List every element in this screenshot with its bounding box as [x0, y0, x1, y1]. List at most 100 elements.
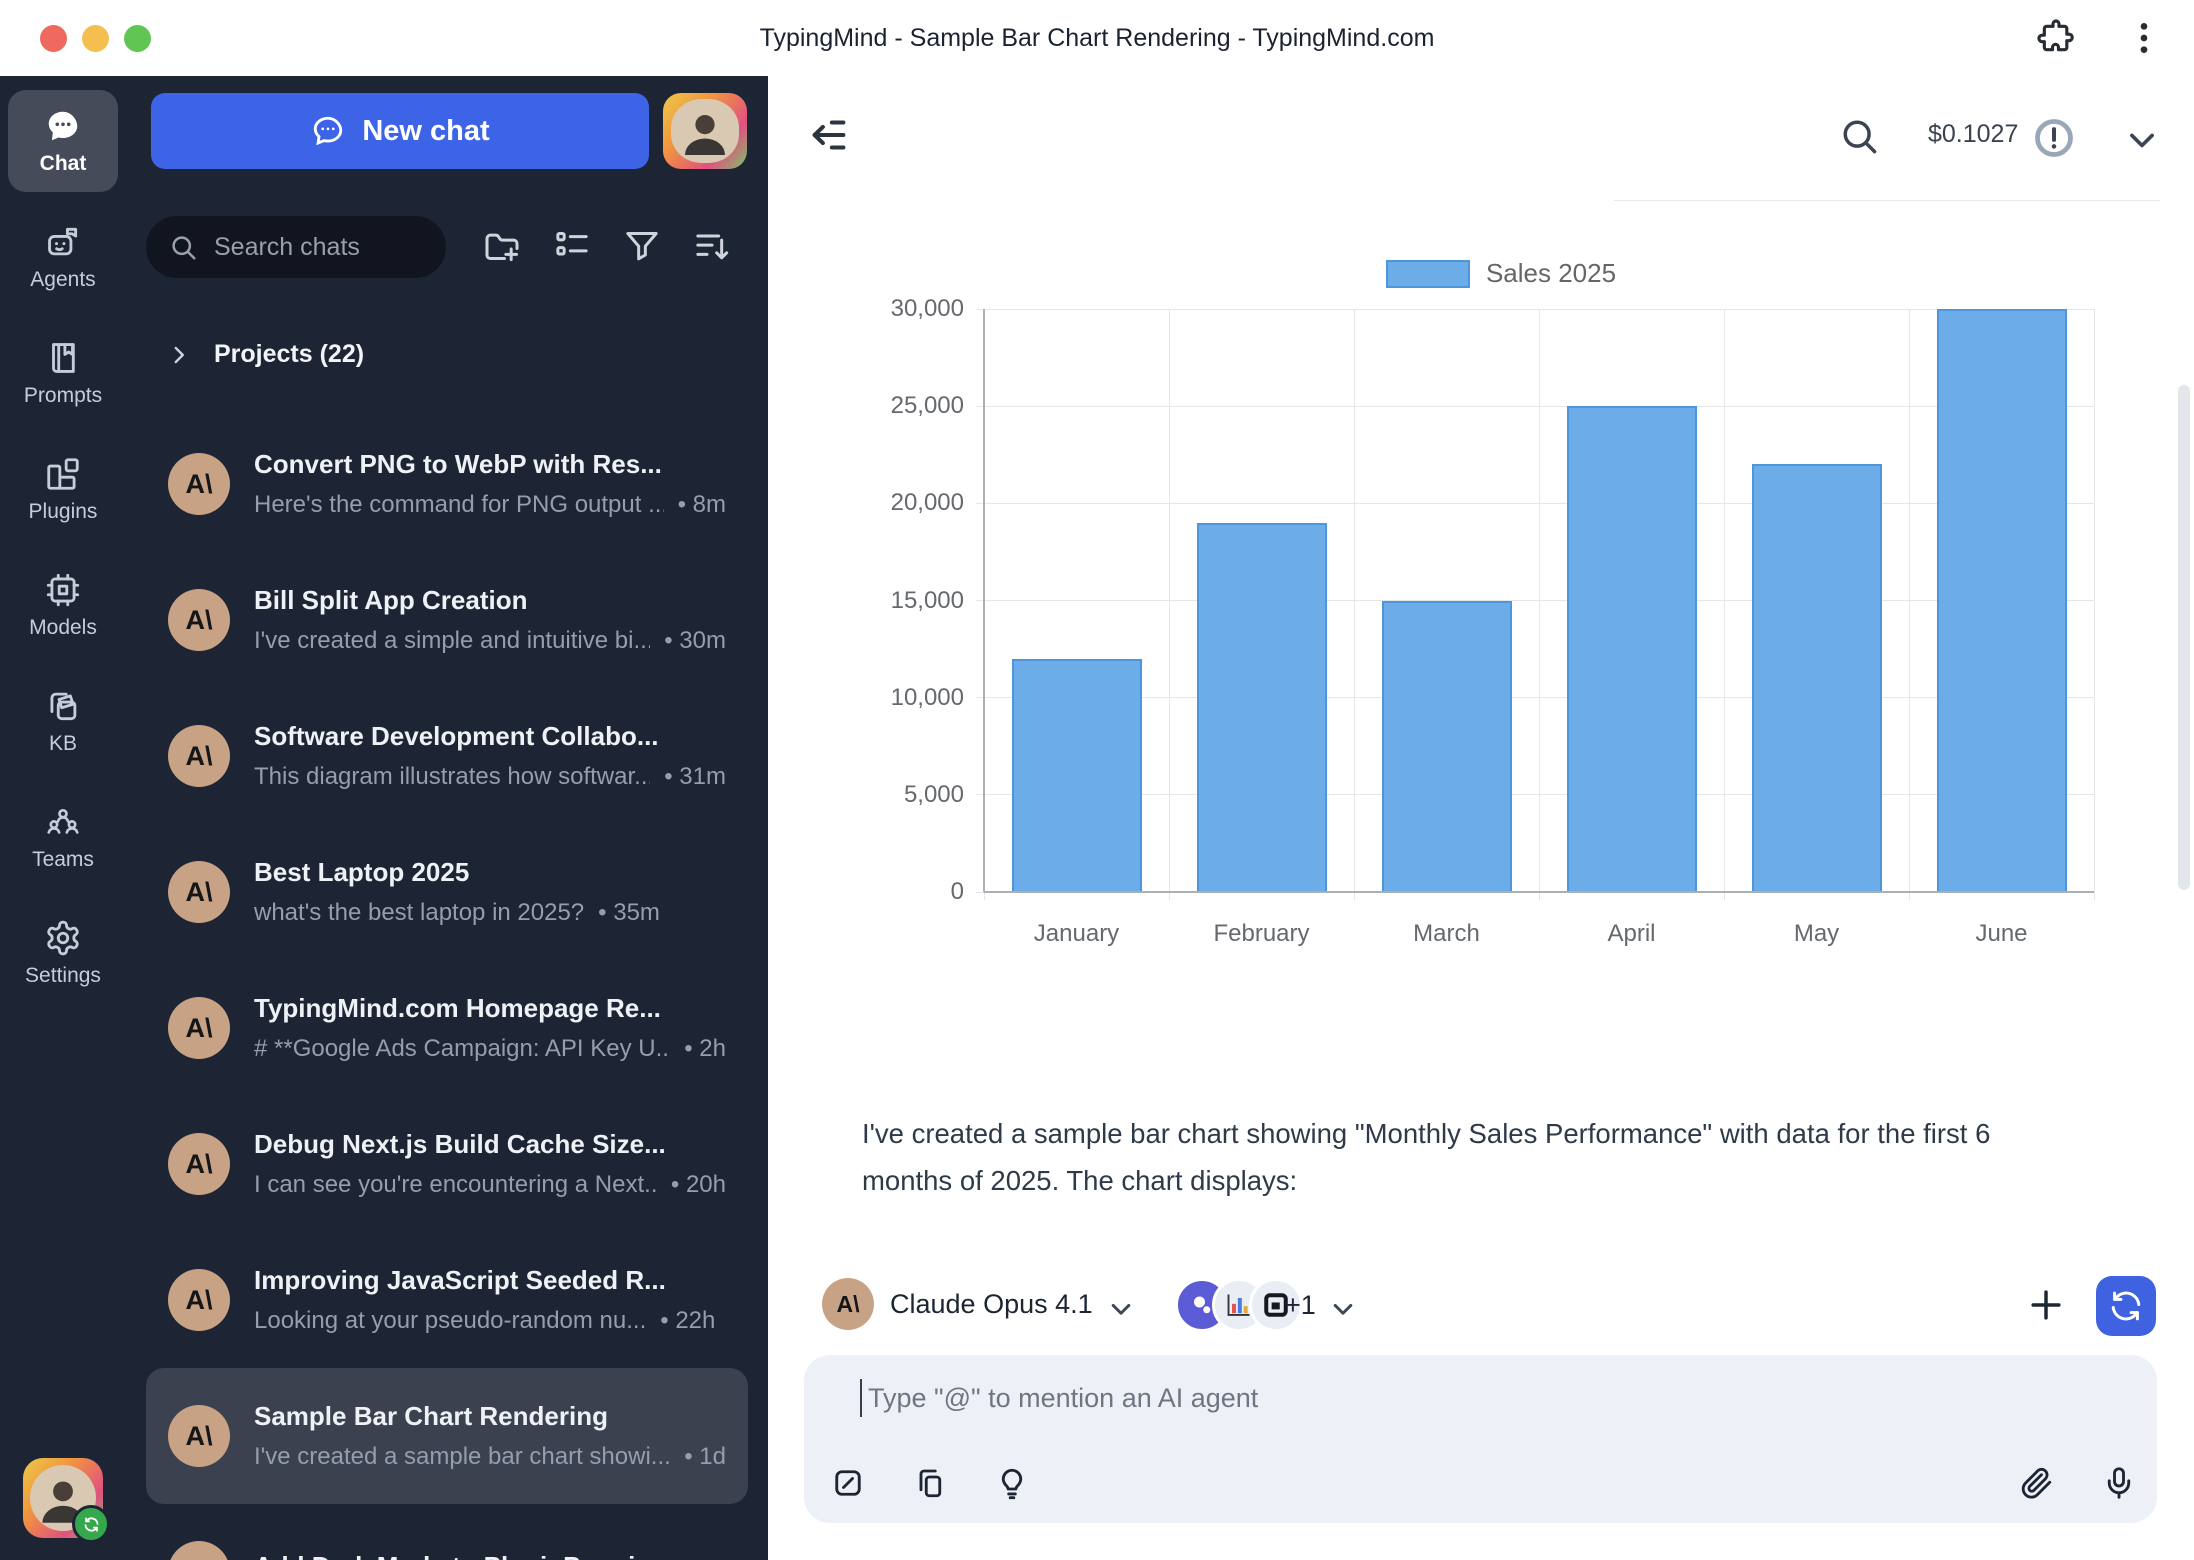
projects-header[interactable]: Projects (22) [166, 340, 364, 369]
chat-time: • 35m [598, 899, 660, 927]
window-title: TypingMind - Sample Bar Chart Rendering … [300, 0, 1894, 76]
chat-title: Software Development Collabo... [254, 721, 726, 752]
chat-time: • 30m [664, 627, 726, 655]
nav-item-chat[interactable]: Chat [8, 90, 118, 192]
plugins-selector[interactable] [1175, 1278, 1303, 1332]
paperclip-icon[interactable] [2019, 1465, 2055, 1501]
chat-list-item[interactable]: A\ Debug Next.js Build Cache Size... I c… [146, 1096, 748, 1232]
notebook-icon [44, 339, 82, 377]
y-axis-label: 10,000 [846, 683, 964, 713]
window-titlebar: TypingMind - Sample Bar Chart Rendering … [0, 0, 2194, 76]
nav-item-agents[interactable]: Agents [8, 206, 118, 308]
chat-title: Improving JavaScript Seeded R... [254, 1265, 726, 1296]
gridline-v [1354, 309, 1355, 900]
alert-circle-icon[interactable] [2032, 116, 2076, 160]
chart-bar-march [1382, 601, 1512, 892]
chat-title: Best Laptop 2025 [254, 857, 726, 888]
chat-list-item[interactable]: A\ Add Dark Mode to PluginPermi... [146, 1504, 748, 1560]
new-chat-bubble-icon [310, 113, 346, 149]
nav-item-settings[interactable]: Settings [8, 902, 118, 1004]
message-input[interactable] [866, 1375, 1970, 1421]
gridline-h [976, 309, 2094, 310]
chart-legend[interactable]: Sales 2025 [908, 258, 2094, 289]
nav-item-models[interactable]: Models [8, 554, 118, 656]
bar-chart: 05,00010,00015,00020,00025,00030,000Janu… [768, 76, 2194, 1560]
account-avatar[interactable] [663, 93, 747, 169]
nav-item-prompts[interactable]: Prompts [8, 322, 118, 424]
chart-bar-february [1197, 523, 1327, 891]
sort-descending-icon[interactable] [692, 226, 732, 266]
chat-list-item[interactable]: A\ Convert PNG to WebP with Res... Here'… [146, 416, 748, 552]
message-search-icon[interactable] [1837, 114, 1881, 158]
nav-label-prompts: Prompts [24, 384, 102, 408]
plugins-chevron-down-icon[interactable] [1326, 1292, 1360, 1326]
anthropic-logo-icon: A\ [168, 997, 230, 1059]
list-view-icon[interactable] [552, 226, 592, 266]
gridline-h [976, 600, 2094, 601]
chat-list-item[interactable]: A\ Software Development Collabo... This … [146, 688, 748, 824]
x-axis-label-april: April [1539, 920, 1724, 948]
chat-time: • 8m [678, 491, 726, 519]
add-icon[interactable] [2024, 1283, 2068, 1327]
nav-item-plugins[interactable]: Plugins [8, 438, 118, 540]
nav-item-teams[interactable]: Teams [8, 786, 118, 888]
usage-cost[interactable]: $0.1027 [1928, 120, 2018, 149]
chat-list-item[interactable]: A\ Best Laptop 2025 what's the best lapt… [146, 824, 748, 960]
close-button[interactable] [40, 25, 67, 52]
model-selector[interactable]: Claude Opus 4.1 [890, 1289, 1093, 1320]
x-axis-label-march: March [1354, 920, 1539, 948]
chat-preview: Here's the command for PNG output ... [254, 491, 664, 519]
chart-bar-april [1567, 406, 1697, 891]
new-chat-button[interactable]: New chat [151, 93, 649, 169]
y-axis-line [983, 309, 985, 892]
new-chat-label: New chat [362, 115, 489, 148]
sync-badge-icon [72, 1505, 110, 1543]
search-chats-input[interactable] [212, 232, 424, 263]
collapse-sidebar-icon[interactable] [806, 112, 852, 158]
chat-title: Bill Split App Creation [254, 585, 726, 616]
chat-time: • 1d [684, 1443, 726, 1471]
nav-label-models: Models [29, 616, 97, 640]
gridline-h [976, 794, 2094, 795]
kebab-menu-icon[interactable] [2124, 18, 2164, 58]
text-caret [860, 1379, 862, 1417]
chat-title: Add Dark Mode to PluginPermi... [254, 1551, 726, 1560]
nav-label-chat: Chat [40, 152, 87, 176]
lightbulb-icon[interactable] [994, 1465, 1030, 1501]
new-folder-icon[interactable] [482, 226, 522, 266]
microphone-icon[interactable] [2101, 1465, 2137, 1501]
zoom-button[interactable] [124, 25, 151, 52]
copy-pages-icon[interactable] [912, 1465, 948, 1501]
chat-list-item[interactable]: A\ TypingMind.com Homepage Re... # **Goo… [146, 960, 748, 1096]
chevron-right-icon [166, 342, 192, 368]
chat-list-item-selected[interactable]: A\ Sample Bar Chart Rendering I've creat… [146, 1368, 748, 1504]
nav-rail: Chat Agents Prompts [0, 76, 126, 1560]
y-axis-label: 15,000 [846, 586, 964, 616]
chat-list-item[interactable]: A\ Improving JavaScript Seeded R... Look… [146, 1232, 748, 1368]
chevron-down-icon[interactable] [2120, 118, 2164, 162]
composer-inputbox [804, 1355, 2157, 1523]
model-chevron-down-icon[interactable] [1104, 1292, 1138, 1326]
minimize-button[interactable] [82, 25, 109, 52]
regenerate-button[interactable] [2096, 1276, 2156, 1336]
main-content: $0.1027 Sales 2025 05,00010,00015,00020,… [768, 76, 2194, 1560]
plugins-overflow-count: +1 [1285, 1290, 1316, 1321]
edit-canvas-icon[interactable] [830, 1465, 866, 1501]
scrollbar-thumb[interactable] [2178, 385, 2190, 890]
chat-title: Convert PNG to WebP with Res... [254, 449, 726, 480]
nav-label-teams: Teams [32, 848, 94, 872]
projects-label: Projects (22) [214, 340, 364, 369]
gridline-v [1909, 309, 1910, 900]
user-avatar[interactable] [23, 1458, 103, 1538]
nav-item-kb[interactable]: KB [8, 670, 118, 772]
chat-preview: # **Google Ads Campaign: API Key U... [254, 1035, 670, 1063]
nav-label-kb: KB [49, 732, 77, 756]
robot-icon [44, 223, 82, 261]
chat-list-item[interactable]: A\ Bill Split App Creation I've created … [146, 552, 748, 688]
gridline-v [1724, 309, 1725, 900]
filter-funnel-icon[interactable] [622, 226, 662, 266]
extensions-puzzle-icon[interactable] [2036, 18, 2076, 58]
y-axis-label: 0 [846, 877, 964, 907]
model-avatar-anthropic-icon[interactable]: A\ [822, 1278, 874, 1330]
x-axis-line [984, 891, 2094, 893]
